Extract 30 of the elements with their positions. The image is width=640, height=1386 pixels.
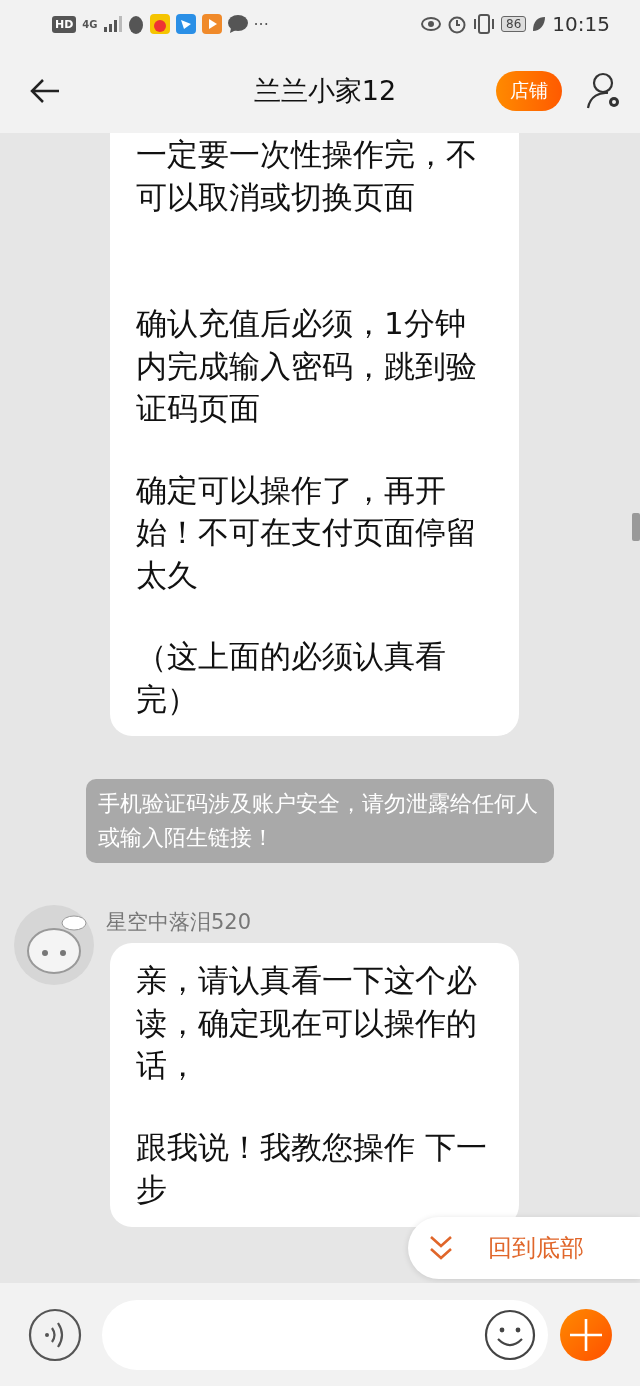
clock-time: 10:15 [552, 12, 610, 36]
scrollbar [632, 513, 640, 541]
sender-name: 星空中落泪520 [106, 909, 253, 935]
double-chevron-icon [428, 1234, 454, 1262]
message-text: （这上面的必须认真看完） [136, 637, 447, 719]
network-type: 4G [82, 18, 98, 30]
message-text: 确定可以操作了，再开始！不可在支付页面停留太久 [136, 470, 478, 595]
back-to-bottom-button[interactable]: 回到底部 [408, 1217, 640, 1279]
vibrate-icon [473, 14, 496, 34]
add-button[interactable] [560, 1308, 612, 1361]
shop-button[interactable]: 店铺 [496, 70, 562, 111]
back-button[interactable] [30, 77, 60, 104]
chat-title: 兰兰小家12 [253, 73, 397, 108]
security-notice: 手机验证码涉及账户安全，请勿泄露给任何人或输入陌生链接！ [86, 779, 554, 863]
voice-button[interactable] [28, 1307, 82, 1362]
chat-icon [227, 15, 248, 33]
user-settings-icon[interactable] [586, 71, 620, 110]
hd-badge: HD [52, 15, 77, 33]
message-text: 一定要一次性操作完，不可以取消或切换页面 [136, 135, 478, 217]
alarm-icon [447, 14, 468, 34]
more-indicator: ··· [253, 14, 269, 34]
leaf-icon [532, 16, 547, 32]
message-text: 跟我说！我教您操作 下一步 [136, 1127, 488, 1209]
signal-icon [103, 16, 122, 32]
message-text: 确认充值后必须，1分钟内完成输入密码，跳到验证码页面 [136, 304, 478, 428]
plus-icon [568, 1316, 604, 1353]
eye-icon [421, 17, 442, 31]
battery-level: 86 [501, 16, 527, 32]
message-text: 亲，请认真看一下这个必读，确定现在可以操作的话， [136, 961, 478, 1085]
emoji-icon[interactable] [484, 1308, 536, 1361]
